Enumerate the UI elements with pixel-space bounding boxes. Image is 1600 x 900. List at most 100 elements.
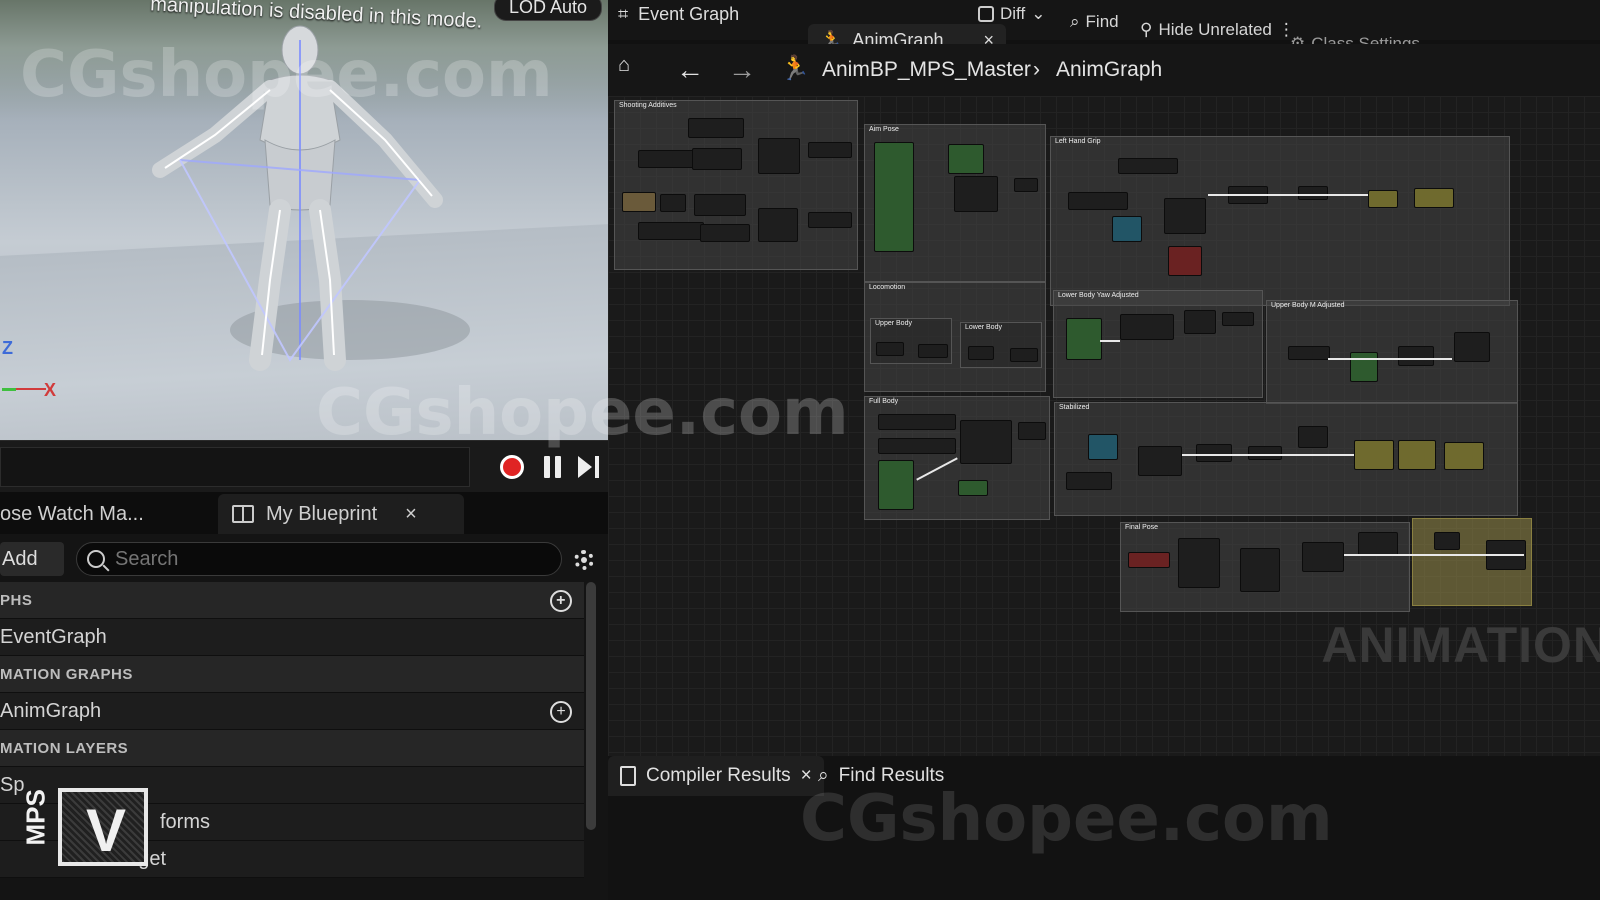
graph-node[interactable] (1128, 552, 1170, 568)
my-blueprint-panel: ose Watch Ma... My Blueprint × Add PHS +… (0, 492, 608, 900)
animation-overlay-text: ANIMATION (1321, 617, 1600, 673)
graph-node[interactable] (808, 212, 852, 228)
graph-node[interactable] (1138, 446, 1182, 476)
add-animgraph-icon[interactable]: + (550, 701, 572, 723)
add-button[interactable]: Add (0, 542, 64, 576)
graph-node[interactable] (878, 414, 956, 430)
tree-item-label: AnimGraph (0, 699, 102, 722)
forward-arrow-icon[interactable]: → (728, 54, 756, 86)
graph-node[interactable] (1414, 188, 1454, 208)
tab-event-graph[interactable]: ⌗ Event Graph (618, 4, 739, 25)
tree-item-label: EventGraph (0, 625, 107, 648)
bookmark-icon[interactable]: ⌂ (618, 54, 630, 77)
graph-node[interactable] (1368, 190, 1398, 208)
graph-node[interactable] (1168, 246, 1202, 276)
step-forward-button[interactable] (572, 451, 604, 483)
graph-node[interactable] (1112, 216, 1142, 242)
graph-node[interactable] (1398, 440, 1436, 470)
graph-node[interactable] (1018, 422, 1046, 440)
graph-wire (1100, 340, 1120, 342)
close-tab-button[interactable]: × (405, 503, 417, 526)
diff-label: Diff (1000, 4, 1026, 23)
graph-node[interactable] (758, 208, 798, 242)
graph-node[interactable] (1288, 346, 1330, 360)
graph-node[interactable] (1298, 426, 1328, 448)
comment-title: Lower Body Yaw Adjusted (1058, 292, 1139, 299)
hide-unrelated-button[interactable]: ⚲ Hide Unrelated ⋮ (1140, 20, 1295, 40)
graph-node[interactable] (622, 192, 656, 212)
graph-node[interactable] (1118, 158, 1178, 174)
graph-node[interactable] (960, 420, 1012, 464)
graph-node[interactable] (1298, 186, 1328, 200)
watermark-text: CGshopee.com (316, 376, 849, 450)
section-graphs[interactable]: PHS + (0, 582, 584, 619)
graph-node[interactable] (1014, 178, 1038, 192)
graph-node[interactable] (876, 342, 904, 356)
graph-node[interactable] (1454, 332, 1490, 362)
graph-node[interactable] (758, 138, 800, 174)
graph-node[interactable] (1068, 192, 1128, 210)
graph-node[interactable] (1066, 318, 1102, 360)
graph-node[interactable] (968, 346, 994, 360)
pause-button[interactable] (536, 451, 568, 483)
search-box[interactable] (76, 542, 562, 576)
timeline-track[interactable] (0, 447, 470, 487)
graph-node[interactable] (954, 176, 998, 212)
graph-node[interactable] (878, 438, 956, 454)
graph-node[interactable] (1088, 434, 1118, 460)
graph-node[interactable] (638, 222, 704, 240)
diff-button[interactable]: Diff ⌄ (978, 4, 1045, 24)
back-arrow-icon[interactable]: ← (676, 54, 704, 86)
graph-node[interactable] (808, 142, 852, 158)
graph-node[interactable] (1354, 440, 1394, 470)
graph-node[interactable] (1184, 310, 1216, 334)
graph-node[interactable] (1222, 312, 1254, 326)
search-input[interactable] (115, 547, 515, 571)
graph-node[interactable] (1350, 352, 1378, 382)
graph-node[interactable] (1444, 442, 1484, 470)
graph-node[interactable] (1398, 346, 1434, 366)
graph-node[interactable] (958, 480, 988, 496)
graph-node[interactable] (878, 460, 914, 510)
graph-node[interactable] (688, 118, 744, 138)
graph-node[interactable] (1120, 314, 1174, 340)
graph-node[interactable] (918, 344, 948, 358)
graph-node[interactable] (692, 148, 742, 170)
graph-node[interactable] (1010, 348, 1038, 362)
tab-pose-watch[interactable]: ose Watch Ma... (0, 494, 210, 534)
add-graph-icon[interactable]: + (550, 590, 572, 612)
section-animation-layers[interactable]: MATION LAYERS (0, 730, 584, 767)
graph-node[interactable] (660, 194, 686, 212)
record-button[interactable] (496, 451, 528, 483)
axis-x-line (12, 388, 46, 390)
graph-node[interactable] (1178, 538, 1220, 588)
panel-scrollbar[interactable] (586, 582, 596, 830)
comment-title: Final Pose (1125, 524, 1159, 531)
tree-item-eventgraph[interactable]: EventGraph (0, 619, 584, 656)
tab-compiler-results[interactable]: Compiler Results × (608, 756, 824, 796)
graph-node[interactable] (874, 142, 914, 252)
comment-title: Full Body (869, 398, 899, 405)
breadcrumb-current[interactable]: AnimGraph (1056, 58, 1162, 82)
lod-dropdown[interactable]: LOD Auto (493, 0, 602, 21)
graph-node[interactable] (694, 194, 746, 216)
breadcrumb-root[interactable]: AnimBP_MPS_Master (822, 58, 1031, 82)
tree-item-animgraph[interactable]: AnimGraph + (0, 693, 584, 730)
graph-node[interactable] (1302, 542, 1344, 572)
graph-node[interactable] (1196, 444, 1232, 462)
chevron-down-icon: ⌄ (1031, 4, 1046, 23)
graph-node[interactable] (1434, 532, 1460, 550)
graph-node[interactable] (1164, 198, 1206, 234)
graph-node[interactable] (1248, 446, 1282, 460)
section-animation-graphs[interactable]: MATION GRAPHS (0, 656, 584, 693)
find-button[interactable]: ⌕ Find (1070, 12, 1119, 32)
graph-node[interactable] (1066, 472, 1112, 490)
graph-node[interactable] (700, 224, 750, 242)
graph-node[interactable] (948, 144, 984, 174)
graph-node[interactable] (1358, 532, 1398, 556)
tab-my-blueprint[interactable]: My Blueprint × (218, 494, 464, 534)
watermark-text: CGshopee.com (800, 782, 1333, 856)
graph-node[interactable] (1240, 548, 1280, 592)
gear-icon[interactable] (574, 550, 594, 570)
section-label: PHS (0, 591, 33, 609)
